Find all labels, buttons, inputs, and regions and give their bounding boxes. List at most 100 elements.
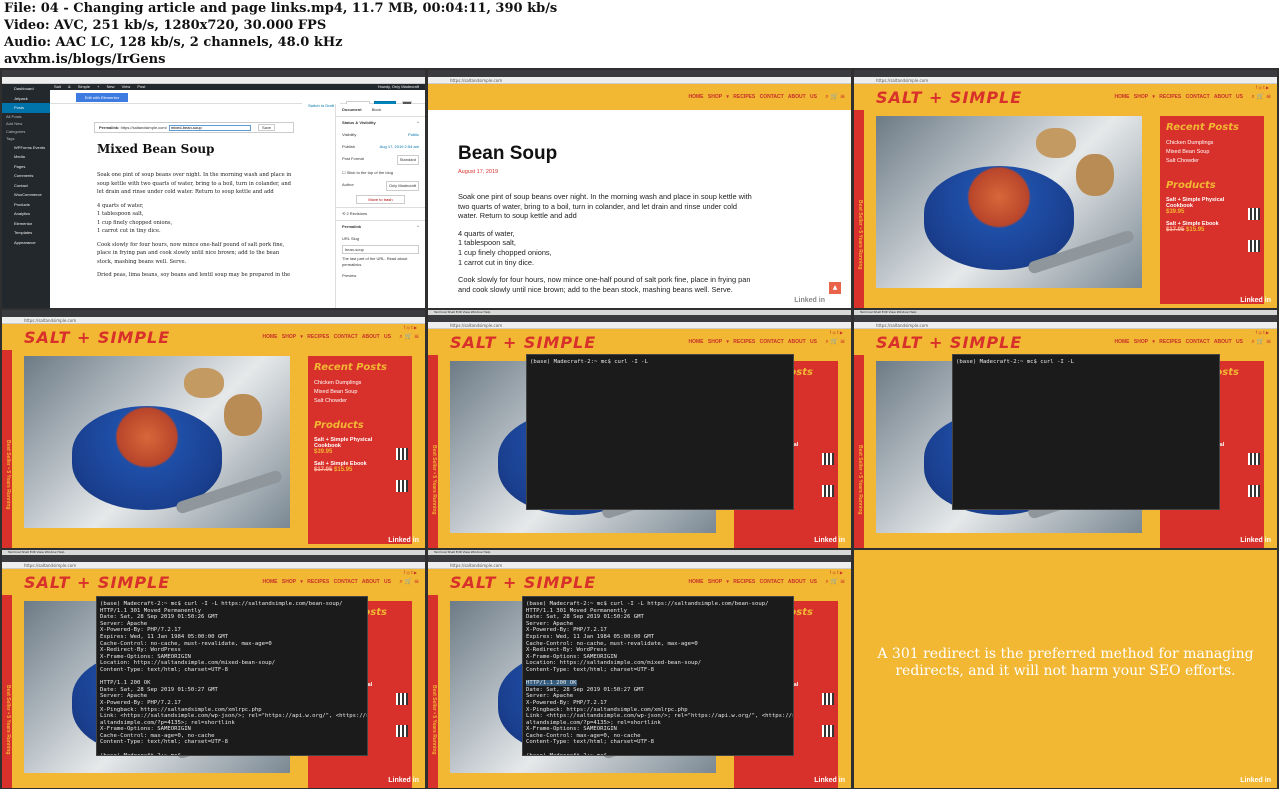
recent-post-link[interactable]: Salt Chowder — [314, 397, 406, 406]
tab-document[interactable]: Document — [342, 106, 362, 114]
chevron-up-icon[interactable]: ^ — [417, 223, 419, 231]
wp-admin-bar-text[interactable]: Salt & Simple + New View Post — [54, 84, 145, 89]
wp-sidebar-item[interactable]: Comments — [2, 171, 50, 181]
recent-post-link[interactable]: Chicken Dumplings — [1166, 139, 1258, 148]
site-logo[interactable]: SALT + SIMPLE — [450, 573, 596, 592]
stick-checkbox-label[interactable]: ☐ Stick to the top of the blog — [342, 169, 393, 177]
product-thumbnail[interactable] — [1248, 208, 1260, 220]
wp-sidebar-item[interactable]: WPForms Events — [2, 143, 50, 153]
product-thumbnail[interactable] — [822, 453, 834, 465]
post-format-select[interactable]: Standard — [396, 155, 419, 165]
tab-block[interactable]: Block — [372, 106, 382, 114]
product-thumbnail[interactable] — [1248, 453, 1260, 465]
wp-sidebar-item[interactable]: Elementor — [2, 219, 50, 229]
wp-sidebar-item[interactable]: Pages — [2, 162, 50, 172]
site-menu[interactable]: HOME SHOP ▾ RECIPES CONTACT ABOUT US — [689, 94, 817, 100]
terminal-final-prompt[interactable]: (base) Madecraft-2:~ mc$ — [526, 753, 790, 755]
social-icons[interactable]: f ◎ t ▶ — [1256, 330, 1269, 335]
site-logo[interactable]: SALT + SIMPLE — [876, 88, 1022, 107]
wp-sidebar-item[interactable]: Templates — [2, 228, 50, 238]
terminal-final-prompt[interactable]: (base) Madecraft-2:~ mc$ — [100, 753, 364, 755]
product-link[interactable]: Salt + Simple Physical Cookbook — [1166, 197, 1238, 209]
wp-sidebar-item[interactable]: Analytics — [2, 209, 50, 219]
wp-sidebar-item[interactable]: Products — [2, 200, 50, 210]
wp-sidebar-item[interactable]: Contact — [2, 181, 50, 191]
wp-sidebar-item[interactable]: All Posts — [2, 113, 50, 121]
author-select[interactable]: Only Madecraft — [385, 181, 419, 191]
wp-sidebar-item[interactable]: Dashboard — [2, 84, 50, 94]
terminal-command[interactable]: (base) Madecraft-2:~ mc$ curl -I -L http… — [526, 601, 790, 608]
recent-post-link[interactable]: Mixed Bean Soup — [314, 388, 406, 397]
search-cart-menu-icons[interactable]: ⌕ 🛒 ≡ — [399, 578, 419, 586]
wp-sidebar-item[interactable]: Categories — [2, 128, 50, 136]
body-paragraph[interactable]: Soak one pint of soup beans over night. … — [97, 171, 293, 197]
product-thumbnail[interactable] — [396, 480, 408, 492]
product-thumbnail[interactable] — [396, 448, 408, 460]
social-icons[interactable]: f ◎ t ▶ — [1256, 85, 1269, 90]
social-icons[interactable]: f ◎ t ▶ — [404, 570, 417, 575]
chevron-up-icon[interactable]: ^ — [417, 119, 419, 127]
product-thumbnail[interactable] — [396, 693, 408, 705]
product-thumbnail[interactable] — [1248, 240, 1260, 252]
site-menu[interactable]: HOME SHOP ▾ RECIPES CONTACT ABOUT US — [689, 579, 817, 585]
search-cart-menu-icons[interactable]: ⌕ 🛒 ≡ — [1251, 93, 1271, 101]
site-logo[interactable]: SALT + SIMPLE — [450, 333, 596, 352]
url-slug-input[interactable]: bean-soup — [342, 245, 419, 254]
site-logo[interactable]: SALT + SIMPLE — [24, 328, 170, 347]
site-menu[interactable]: HOME SHOP ▾ RECIPES CONTACT ABOUT US — [1115, 94, 1243, 100]
terminal-prompt[interactable]: (base) Madecraft-2:~ mc$ curl -I -L — [530, 359, 790, 366]
site-logo[interactable]: SALT + SIMPLE — [876, 333, 1022, 352]
recent-post-link[interactable]: Mixed Bean Soup — [1166, 148, 1258, 157]
browser-url-bar[interactable] — [2, 77, 425, 84]
wp-howdy[interactable]: Howdy, Only Madecraft — [378, 84, 419, 89]
wp-sidebar-item[interactable]: Add New — [2, 120, 50, 128]
product-thumbnail[interactable] — [822, 693, 834, 705]
site-logo[interactable]: SALT + SIMPLE — [24, 573, 170, 592]
search-cart-menu-icons[interactable]: ⌕ 🛒 ≡ — [399, 333, 419, 341]
wp-sidebar-item[interactable]: Tags — [2, 135, 50, 143]
search-cart-menu-icons[interactable]: ⌕ 🛒 ≡ — [825, 578, 845, 586]
terminal-window[interactable]: (base) Madecraft-2:~ mc$ curl -I -L http… — [522, 596, 794, 756]
product-link[interactable]: Salt + Simple Physical Cookbook — [314, 437, 386, 449]
search-cart-menu-icons[interactable]: ⌕ 🛒 ≡ — [825, 93, 845, 101]
product-thumbnail[interactable] — [1248, 485, 1260, 497]
wp-sidebar-item[interactable]: Appearance — [2, 238, 50, 248]
permalink-slug-input[interactable] — [168, 124, 251, 131]
product-thumbnail[interactable] — [822, 485, 834, 497]
search-cart-menu-icons[interactable]: ⌕ 🛒 ≡ — [1251, 338, 1271, 346]
body-paragraph[interactable]: Dried peas, lima beans, soy beans and le… — [97, 271, 293, 280]
terminal-command[interactable]: (base) Madecraft-2:~ mc$ curl -I -L http… — [100, 601, 364, 608]
terminal-window[interactable]: (base) Madecraft-2:~ mc$ curl -I -L http… — [96, 596, 368, 756]
social-icons[interactable]: f ◎ t ▶ — [830, 570, 843, 575]
wp-sidebar-item[interactable]: Posts — [2, 103, 50, 113]
recent-post-link[interactable]: Chicken Dumplings — [314, 379, 406, 388]
scroll-up-icon[interactable]: ▲ — [829, 282, 841, 294]
post-body-editor[interactable]: Soak one pint of soup beans over night. … — [97, 171, 293, 285]
ingredients-paragraph[interactable]: 4 quarts of water, 1 tablespoon salt, 1 … — [97, 202, 293, 236]
post-title[interactable]: Mixed Bean Soup — [97, 142, 214, 156]
permalink-section-heading[interactable]: Permalink — [342, 223, 361, 231]
wp-sidebar-item[interactable]: Jetpack — [2, 94, 50, 104]
recent-post-link[interactable]: Salt Chowder — [1166, 157, 1258, 166]
site-menu[interactable]: HOME SHOP ▾ RECIPES CONTACT ABOUT US — [263, 579, 391, 585]
product-thumbnail[interactable] — [822, 725, 834, 737]
wp-sidebar-item[interactable]: WooCommerce — [2, 190, 50, 200]
status-visibility-heading[interactable]: Status & Visibility — [342, 119, 376, 127]
site-menu[interactable]: HOME SHOP ▾ RECIPES CONTACT ABOUT US — [689, 339, 817, 345]
terminal-window[interactable]: (base) Madecraft-2:~ mc$ curl -I -L — [526, 354, 794, 510]
edit-elementor-button[interactable]: Edit with Elementor — [76, 93, 128, 102]
social-icons[interactable]: f ◎ t ▶ — [404, 325, 417, 330]
site-menu[interactable]: HOME SHOP ▾ RECIPES CONTACT ABOUT US — [1115, 339, 1243, 345]
wp-sidebar-item[interactable]: Media — [2, 152, 50, 162]
terminal-window[interactable]: (base) Madecraft-2:~ mc$ curl -I -L — [952, 354, 1220, 510]
visibility-value-link[interactable]: Public — [408, 131, 419, 139]
publish-date-link[interactable]: Aug 17, 2019 2:54 am — [380, 143, 419, 151]
body-paragraph[interactable]: Cook slowly for four hours, now mince on… — [97, 241, 293, 267]
revisions-link[interactable]: ⟲ 2 Revisions — [342, 210, 367, 218]
search-cart-menu-icons[interactable]: ⌕ 🛒 ≡ — [825, 338, 845, 346]
product-thumbnail[interactable] — [396, 725, 408, 737]
move-to-trash-button[interactable]: Move to trash — [356, 195, 405, 204]
site-menu[interactable]: HOME SHOP ▾ RECIPES CONTACT ABOUT US — [263, 334, 391, 340]
social-icons[interactable]: f ◎ t ▶ — [830, 330, 843, 335]
permalink-save-button[interactable]: Save — [257, 124, 276, 131]
